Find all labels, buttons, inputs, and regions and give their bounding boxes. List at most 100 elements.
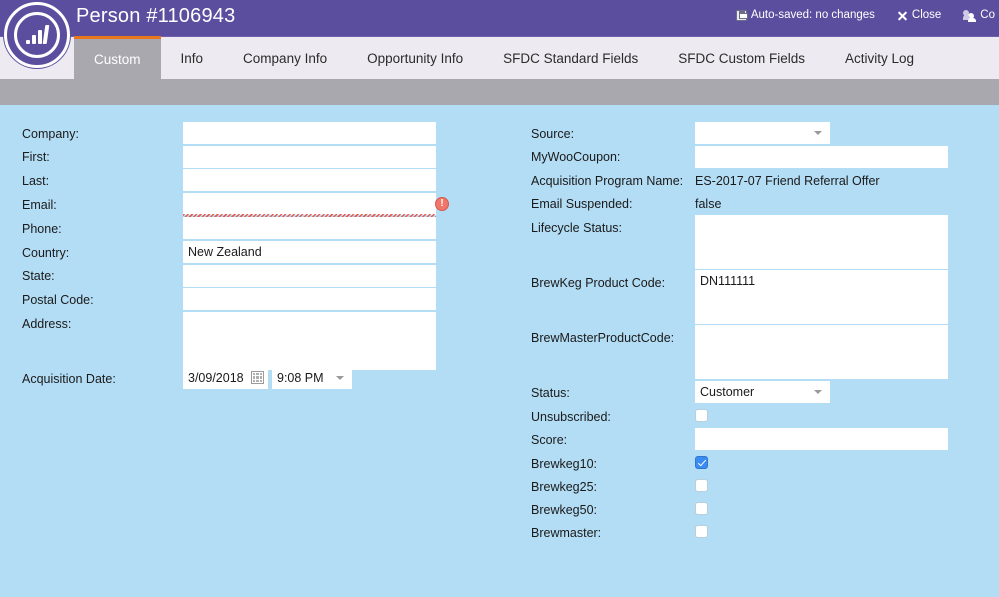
- brewmaster-product-code-textarea[interactable]: [695, 325, 948, 379]
- acquisition-date-value: 3/09/2018: [188, 371, 244, 385]
- email-input-wrap: [183, 193, 436, 217]
- app-header: Person #1106943 Auto-saved: no changes C…: [0, 0, 999, 36]
- field-acquisition-date: Acquisition Date:: [22, 372, 116, 386]
- chevron-down-icon: [336, 376, 344, 380]
- chevron-down-icon: [814, 131, 822, 135]
- header-actions: Auto-saved: no changes Close Co: [735, 9, 999, 22]
- brewkeg10-checkbox[interactable]: [695, 456, 708, 469]
- brewkeg-product-code-label: BrewKeg Product Code:: [531, 276, 666, 290]
- field-status: Status:: [531, 386, 570, 400]
- autosave-label: Auto-saved: no changes: [750, 9, 875, 21]
- score-input[interactable]: [695, 428, 948, 450]
- tab-sfdc-standard-fields[interactable]: SFDC Standard Fields: [483, 37, 658, 79]
- field-brewmaster-product-code: BrewMasterProductCode:: [531, 331, 674, 345]
- close-button[interactable]: Close: [897, 9, 941, 21]
- people-icon: [963, 9, 977, 22]
- mywoocoupon-input[interactable]: [695, 146, 948, 168]
- field-email: Email:: [22, 198, 57, 212]
- last-label: Last:: [22, 174, 50, 188]
- email-suspended-value: false: [695, 197, 722, 211]
- field-source: Source:: [531, 127, 574, 141]
- field-score: Score:: [531, 433, 567, 447]
- field-state: State:: [22, 269, 55, 283]
- company-input[interactable]: [183, 122, 436, 144]
- autosave-status: Auto-saved: no changes: [735, 9, 875, 21]
- custom-fields-form: Company: First: Last: Email: ! Phone: Co…: [0, 105, 999, 597]
- brewkeg-product-code-textarea[interactable]: DN111111: [695, 270, 948, 324]
- lifecycle-status-textarea[interactable]: [695, 215, 948, 269]
- chevron-down-icon: [814, 390, 822, 394]
- acquisition-date-label: Acquisition Date:: [22, 372, 116, 386]
- tab-activity-log[interactable]: Activity Log: [825, 37, 934, 79]
- last-input[interactable]: [183, 169, 436, 191]
- state-input[interactable]: [183, 265, 436, 287]
- bar-chart-icon: [26, 25, 50, 44]
- first-label: First:: [22, 150, 50, 164]
- brewkeg25-checkbox[interactable]: [695, 479, 708, 492]
- acquisition-date-input[interactable]: 3/09/2018: [183, 367, 268, 389]
- field-brewmaster: Brewmaster:: [531, 526, 601, 540]
- address-label: Address:: [22, 317, 72, 331]
- acquisition-program-name-label: Acquisition Program Name:: [531, 174, 684, 188]
- tab-company-info[interactable]: Company Info: [223, 37, 347, 79]
- brewkeg50-checkbox[interactable]: [695, 502, 708, 515]
- tab-custom[interactable]: Custom: [74, 36, 161, 79]
- first-input[interactable]: [183, 146, 436, 168]
- field-mywoocoupon: MyWooCoupon:: [531, 150, 620, 164]
- brewkeg25-label: Brewkeg25:: [531, 480, 598, 494]
- brewkeg50-label: Brewkeg50:: [531, 503, 598, 517]
- brewkeg10-label: Brewkeg10:: [531, 457, 598, 471]
- field-last: Last:: [22, 174, 49, 188]
- tab-opportunity-info[interactable]: Opportunity Info: [347, 37, 483, 79]
- field-brewkeg10: Brewkeg10:: [531, 457, 597, 471]
- acquisition-time-value: 9:08 PM: [277, 371, 324, 385]
- brewmaster-label: Brewmaster:: [531, 526, 602, 540]
- unsubscribed-checkbox[interactable]: [695, 409, 708, 422]
- email-input[interactable]: [183, 193, 436, 215]
- field-lifecycle-status: Lifecycle Status:: [531, 221, 622, 235]
- person-detail-window: Person #1106943 Auto-saved: no changes C…: [0, 0, 999, 597]
- marketo-logo: [4, 2, 70, 68]
- close-label: Close: [911, 9, 942, 21]
- page-title: Person #1106943: [76, 5, 236, 27]
- brewmaster-checkbox[interactable]: [695, 525, 708, 538]
- address-textarea[interactable]: [183, 312, 436, 370]
- status-select[interactable]: Customer: [695, 381, 830, 403]
- state-label: State:: [22, 269, 55, 283]
- field-postal-code: Postal Code:: [22, 293, 94, 307]
- mywoocoupon-label: MyWooCoupon:: [531, 150, 621, 164]
- field-brewkeg25: Brewkeg25:: [531, 480, 597, 494]
- close-icon: [897, 10, 908, 21]
- field-brewkeg50: Brewkeg50:: [531, 503, 597, 517]
- country-input[interactable]: [183, 241, 436, 263]
- acquisition-date-wrap: 3/09/2018: [183, 367, 268, 389]
- tab-info[interactable]: Info: [161, 37, 224, 79]
- tab-sfdc-custom-fields[interactable]: SFDC Custom Fields: [658, 37, 825, 79]
- toolbar-strip: [0, 79, 999, 105]
- status-value: Customer: [700, 385, 755, 399]
- phone-input[interactable]: [183, 217, 436, 239]
- calendar-icon[interactable]: [251, 371, 264, 384]
- unsubscribed-label: Unsubscribed:: [531, 410, 611, 424]
- field-acquisition-program-name: Acquisition Program Name:: [531, 174, 683, 188]
- lifecycle-status-label: Lifecycle Status:: [531, 221, 623, 235]
- convert-button[interactable]: Co: [963, 9, 995, 22]
- field-email-suspended: Email Suspended:: [531, 197, 632, 211]
- field-unsubscribed: Unsubscribed:: [531, 410, 611, 424]
- field-country: Country:: [22, 246, 69, 260]
- acquisition-program-name-value: ES-2017-07 Friend Referral Offer: [695, 174, 880, 188]
- tab-bar: Custom Info Company Info Opportunity Inf…: [0, 36, 999, 79]
- field-first: First:: [22, 150, 50, 164]
- email-suspended-label: Email Suspended:: [531, 197, 633, 211]
- email-error-icon: !: [435, 197, 449, 211]
- field-address: Address:: [22, 317, 71, 331]
- save-icon: [735, 9, 748, 21]
- email-label: Email:: [22, 198, 57, 212]
- company-label: Company:: [22, 127, 79, 141]
- postal-code-input[interactable]: [183, 288, 436, 310]
- source-select[interactable]: [695, 122, 830, 144]
- score-label: Score:: [531, 433, 568, 447]
- field-phone: Phone:: [22, 222, 62, 236]
- source-label: Source:: [531, 127, 575, 141]
- acquisition-time-select[interactable]: 9:08 PM: [272, 367, 352, 389]
